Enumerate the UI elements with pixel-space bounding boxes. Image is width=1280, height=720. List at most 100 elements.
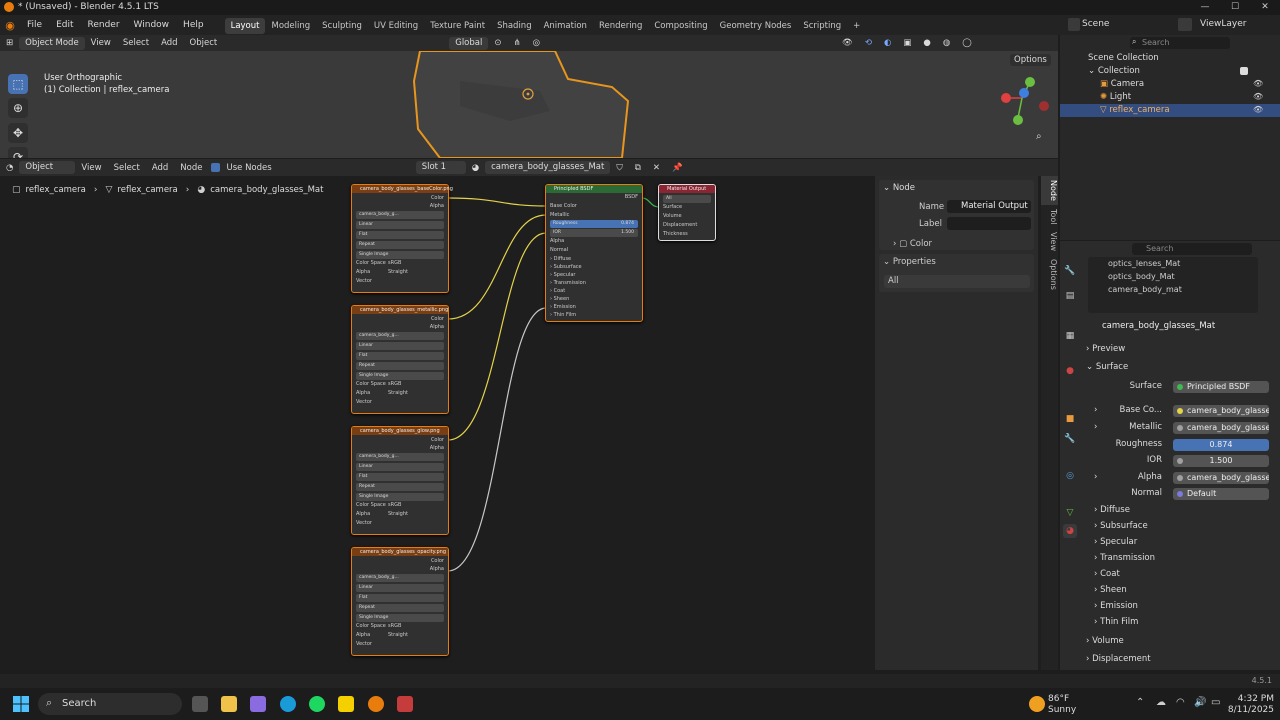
node-name-field[interactable]: Material Output [947, 200, 1031, 213]
spotify-icon[interactable] [309, 696, 325, 712]
subpanel-coat[interactable]: › Coat [1086, 566, 1276, 582]
viewlayer-icon[interactable] [1178, 18, 1192, 31]
mode-dropdown[interactable]: Object Mode [19, 36, 85, 50]
material-browse-icon[interactable]: ◕ [466, 160, 485, 176]
outliner-item-camera[interactable]: ▣ Camera [1060, 78, 1280, 91]
menu-window[interactable]: Window [127, 15, 177, 35]
cloud-icon[interactable]: ☁ [1156, 697, 1166, 708]
menu-help[interactable]: Help [176, 15, 211, 35]
subpanel-emission[interactable]: › Emission [1086, 598, 1276, 614]
extension-field[interactable]: Repeat [356, 241, 444, 249]
collection-checkbox[interactable] [1240, 67, 1248, 75]
vp-menu-select[interactable]: Select [117, 35, 155, 51]
image-texture-node[interactable]: camera_body_glasses_opacity.png Color Al… [351, 547, 449, 656]
panel-specular[interactable]: › Specular [546, 271, 642, 279]
subpanel-thin-film[interactable]: › Thin Film [1086, 614, 1276, 630]
copilot-icon[interactable] [250, 696, 266, 712]
transform-orientation-dropdown[interactable]: Global [449, 36, 489, 50]
render-tab-icon[interactable]: ▤ [1063, 289, 1077, 303]
node-editor-type-icon[interactable]: ◔ [0, 160, 19, 176]
output-target-dropdown[interactable]: All [884, 275, 1030, 288]
object-tab-icon[interactable]: ■ [1063, 412, 1077, 426]
snap-icon[interactable]: ⋔ [507, 35, 526, 51]
colorspace-value[interactable]: sRGB [388, 501, 401, 510]
wifi-icon[interactable]: ◠ [1176, 697, 1185, 708]
base-color-field[interactable]: camera_body_glasse... [1173, 404, 1269, 417]
shading-solid-icon[interactable]: ● [917, 35, 936, 51]
maximize-button[interactable]: ☐ [1220, 0, 1250, 15]
blender-menu-icon[interactable]: ◉ [0, 19, 20, 32]
collection-row[interactable]: ⌄ Collection [1060, 65, 1280, 78]
tool-tab-icon[interactable]: 🔧 [1063, 264, 1077, 278]
colorspace-value[interactable]: sRGB [388, 380, 401, 389]
world-tab-icon[interactable]: ● [1063, 364, 1077, 378]
panel-thin-film[interactable]: › Thin Film [546, 311, 642, 319]
scene-collection-row[interactable]: Scene Collection [1060, 52, 1280, 65]
material-tab-icon[interactable]: ◕ [1063, 524, 1077, 538]
interpolation-field[interactable]: Linear [356, 584, 444, 592]
vp-menu-view[interactable]: View [85, 35, 117, 51]
panel-diffuse[interactable]: › Diffuse [546, 255, 642, 263]
ne-menu-node[interactable]: Node [174, 160, 208, 176]
slot-item[interactable]: optics_lenses_Mat [1088, 257, 1258, 270]
panel-subsurface[interactable]: › Subsurface [546, 263, 642, 271]
cursor-tool-icon[interactable]: ⊕ [8, 98, 28, 118]
image-texture-node[interactable]: camera_body_glasses_baseColor.png Color … [351, 184, 453, 293]
extension-field[interactable]: Repeat [356, 604, 444, 612]
close-button[interactable]: ✕ [1250, 0, 1280, 15]
sticky-notes-icon[interactable] [338, 696, 354, 712]
unlink-material-icon[interactable]: ✕ [647, 160, 666, 176]
xray-icon[interactable]: ▣ [897, 35, 917, 51]
slot-item[interactable]: camera_body_mat [1088, 283, 1258, 296]
material-datablock[interactable]: camera_body_glasses_Mat [1102, 320, 1215, 333]
windows-start-icon[interactable] [13, 696, 29, 712]
physics-tab-icon[interactable]: ◎ [1063, 469, 1077, 483]
image-field[interactable]: camera_body_g... [356, 574, 444, 582]
vp-menu-object[interactable]: Object [184, 35, 224, 51]
output-target-field[interactable]: All [663, 195, 711, 203]
subpanel-transmission[interactable]: › Transmission [1086, 550, 1276, 566]
roughness-field[interactable]: Roughness 0.874 [550, 220, 638, 228]
tab-rendering[interactable]: Rendering [593, 18, 648, 34]
minimize-button[interactable]: — [1190, 0, 1220, 15]
normal-field[interactable]: Default [1173, 487, 1269, 500]
vp-menu-add[interactable]: Add [155, 35, 183, 51]
battery-icon[interactable]: ▭ [1211, 697, 1220, 708]
proportional-icon[interactable]: ◎ [527, 35, 546, 51]
interpolation-field[interactable]: Linear [356, 221, 444, 229]
panel-coat[interactable]: › Coat [546, 287, 642, 295]
alpha-mode-value[interactable]: Straight [388, 631, 408, 640]
tab-tool[interactable]: Tool [1041, 205, 1058, 229]
shader-type-dropdown[interactable]: Object [19, 161, 76, 174]
gizmo-icon[interactable]: ⟲ [859, 35, 878, 51]
extension-field[interactable]: Repeat [356, 483, 444, 491]
3d-viewport[interactable]: User Orthographic (1) Collection | refle… [0, 51, 1058, 158]
node-label-field[interactable] [947, 217, 1031, 230]
projection-field[interactable]: Flat [356, 231, 444, 239]
tab-layout[interactable]: Layout [224, 18, 266, 34]
image-texture-node[interactable]: camera_body_glasses_metallic.png Color A… [351, 305, 449, 414]
scene-icon[interactable] [1068, 18, 1080, 31]
alpha-mode-value[interactable]: Straight [388, 389, 408, 398]
task-view-icon[interactable] [192, 696, 208, 712]
scene-name[interactable]: Scene [1082, 19, 1109, 29]
outliner-item-reflex-camera[interactable]: ▽ reflex_camera [1060, 104, 1280, 117]
ior-field[interactable]: IOR 1.500 [550, 229, 638, 237]
alpha-field[interactable]: camera_body_glasse... [1173, 471, 1269, 484]
add-workspace-icon[interactable]: + [847, 18, 866, 34]
eye-icon[interactable]: 👁 [1253, 79, 1263, 88]
view-layer-name[interactable]: ViewLayer [1200, 19, 1246, 29]
displacement-panel[interactable]: › Displacement [1086, 651, 1276, 667]
file-explorer-icon[interactable] [221, 696, 237, 712]
panel-sheen[interactable]: › Sheen [546, 295, 642, 303]
volume-panel[interactable]: › Volume [1086, 633, 1276, 649]
source-field[interactable]: Single Image [356, 614, 444, 622]
tab-modeling[interactable]: Modeling [265, 18, 316, 34]
shading-rendered-icon[interactable]: ◯ [956, 35, 978, 51]
colorspace-value[interactable]: sRGB [388, 622, 401, 631]
panel-emission[interactable]: › Emission [546, 303, 642, 311]
slot-dropdown[interactable]: Slot 1 [415, 161, 466, 174]
tab-options[interactable]: Options [1041, 255, 1058, 294]
tab-geometry-nodes[interactable]: Geometry Nodes [714, 18, 798, 34]
alpha-mode-value[interactable]: Straight [388, 510, 408, 519]
